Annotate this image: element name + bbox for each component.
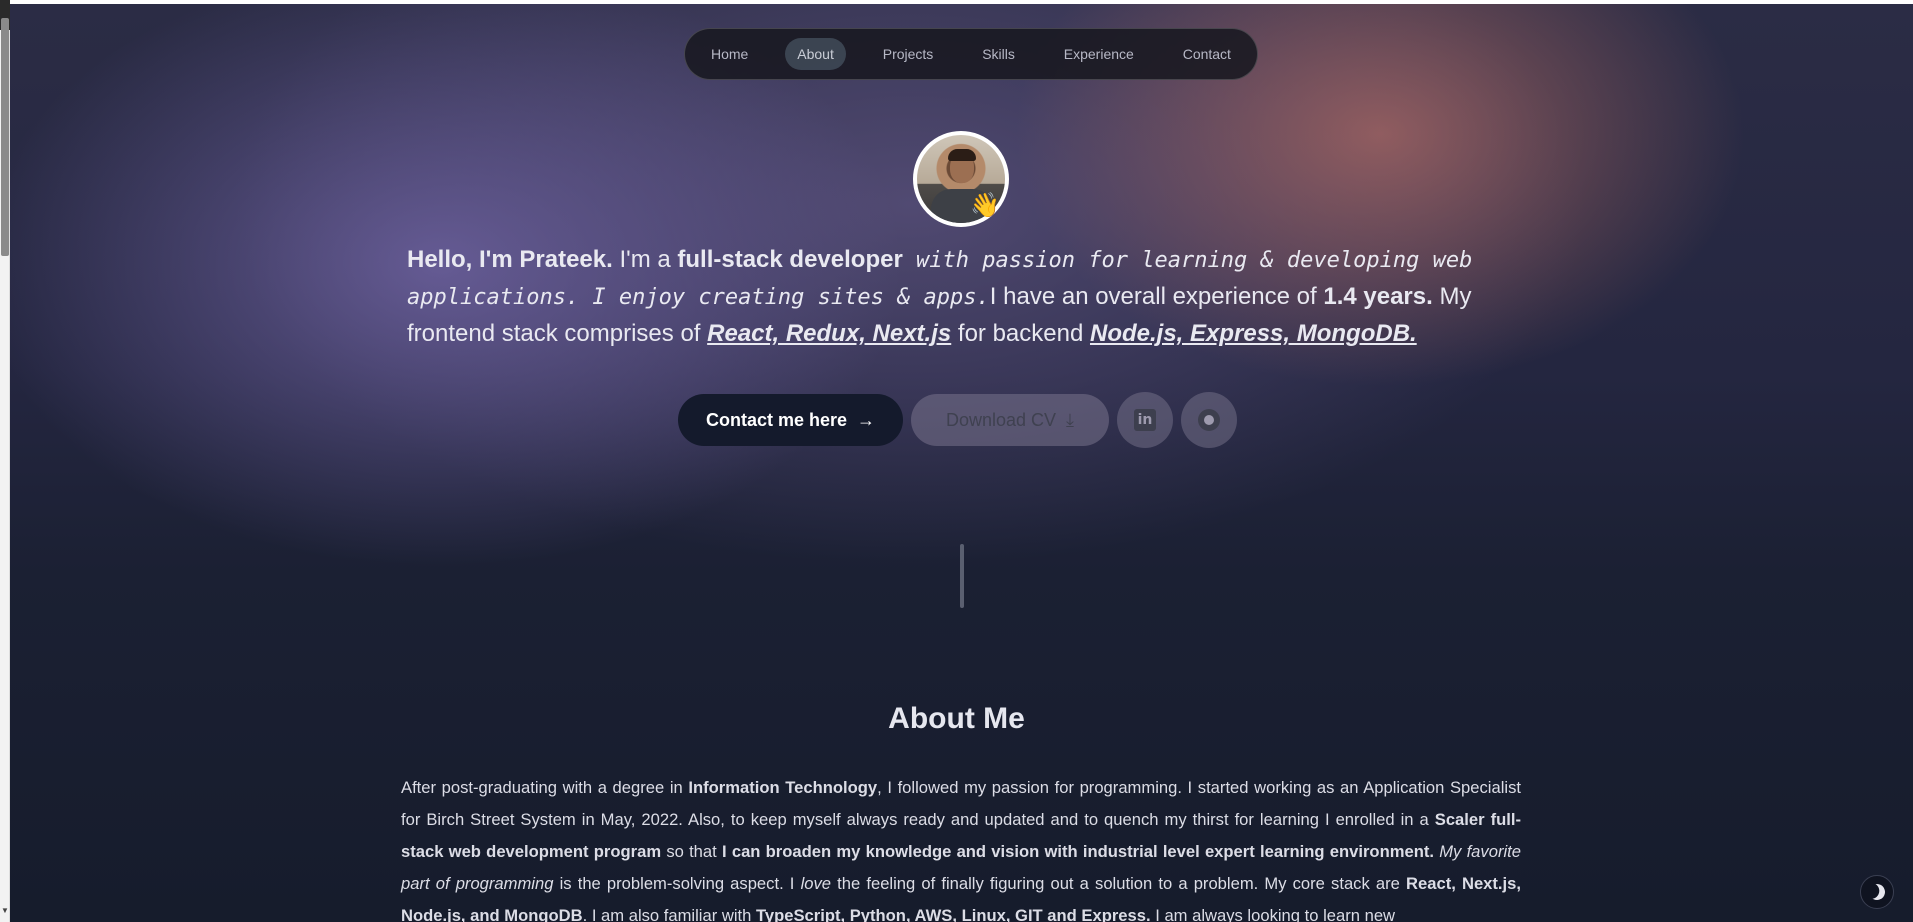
about-text-part: love [800, 874, 832, 893]
section-divider [960, 544, 964, 608]
scrollbar-thumb[interactable] [1, 18, 9, 256]
arrow-right-icon: → [857, 409, 876, 430]
intro-role: full-stack developer [677, 246, 903, 273]
about-text-part: . I am also familiar with [582, 906, 756, 922]
intro-backend-text: for backend [951, 320, 1090, 347]
about-text-part: the feeling of finally figuring out a so… [831, 874, 1407, 893]
about-title: About Me [888, 702, 1025, 735]
github-button[interactable] [1181, 392, 1237, 448]
hero-actions: Contact me here → Download CV ⤓ in [0, 392, 1913, 448]
intro-greeting: Hello, I'm Prateek. [407, 246, 613, 273]
avatar-hair [948, 149, 976, 161]
download-icon: ⤓ [1066, 409, 1075, 430]
nav-item-skills[interactable]: Skills [970, 38, 1027, 70]
nav-item-contact[interactable]: Contact [1171, 38, 1243, 70]
contact-button-label: Contact me here [705, 409, 848, 430]
about-text: After post-graduating with a degree in I… [401, 772, 1521, 922]
about-text-part: I am always looking to learn new [1150, 906, 1396, 922]
about-text-part: TypeScript, Python, AWS, Linux, GIT and … [755, 906, 1151, 922]
linkedin-button[interactable]: in [1117, 392, 1173, 448]
browser-top-edge [0, 0, 1913, 4]
linkedin-icon: in [1134, 409, 1156, 431]
top-navigation: Home About Projects Skills Experience Co… [684, 28, 1258, 80]
waving-hand-icon: 👋 [970, 192, 1000, 219]
backend-stack-link[interactable]: Node.js, Express, MongoDB. [1090, 320, 1417, 347]
frontend-stack-link[interactable]: React, Redux, Next.js [707, 320, 951, 347]
nav-item-about[interactable]: About [785, 38, 846, 70]
download-cv-button[interactable]: Download CV ⤓ [911, 394, 1109, 446]
hero-intro: Hello, I'm Prateek. I'm a full-stack dev… [407, 242, 1505, 352]
nav-item-experience[interactable]: Experience [1052, 38, 1146, 70]
download-cv-label: Download CV [945, 409, 1057, 430]
moon-icon [1867, 882, 1888, 903]
about-text-part: I can broaden my knowledge and vision wi… [722, 842, 1434, 861]
contact-button[interactable]: Contact me here → [678, 394, 903, 446]
github-icon [1198, 409, 1220, 431]
nav-item-projects[interactable]: Projects [871, 38, 946, 70]
about-text-part: After post-graduating with a degree in [401, 778, 689, 797]
nav-item-home[interactable]: Home [699, 38, 760, 70]
intro-experience-text: I have an overall experience of [989, 283, 1324, 310]
theme-toggle-button[interactable] [1860, 875, 1894, 909]
about-text-part: is the problem-solving aspect. I [553, 874, 801, 893]
scroll-down-arrow-icon[interactable]: ▼ [1, 906, 9, 915]
about-text-part: Information Technology [688, 778, 878, 797]
intro-experience-years: 1.4 years. [1323, 283, 1433, 310]
about-text-part: so that [661, 842, 722, 861]
scrollbar[interactable]: ▲ ▼ [0, 0, 10, 922]
intro-text: I'm a [612, 246, 678, 273]
